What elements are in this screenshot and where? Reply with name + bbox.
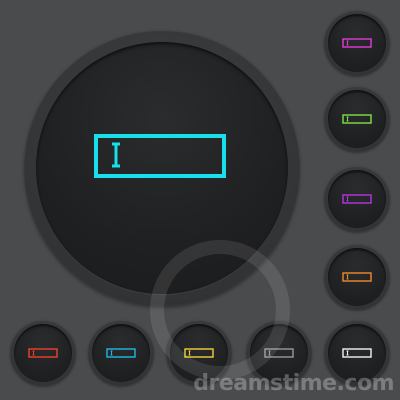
side-button-2-ring bbox=[324, 86, 390, 152]
text-field-cursor-icon bbox=[342, 348, 372, 358]
text-field-cursor-icon bbox=[94, 134, 226, 178]
text-field-cursor-icon bbox=[342, 38, 372, 48]
side-button-2[interactable] bbox=[328, 90, 386, 148]
side-button-4[interactable] bbox=[328, 248, 386, 306]
side-button-3[interactable] bbox=[328, 170, 386, 228]
text-field-cursor-icon bbox=[342, 194, 372, 204]
bottom-button-1[interactable] bbox=[14, 324, 72, 382]
bottom-button-2-ring bbox=[88, 320, 154, 386]
side-button-1[interactable] bbox=[328, 14, 386, 72]
side-button-1-ring bbox=[324, 10, 390, 76]
text-field-cursor-icon bbox=[342, 272, 372, 282]
side-button-4-ring bbox=[324, 244, 390, 310]
watermark-text: dreamstime.com bbox=[193, 371, 394, 396]
side-button-3-ring bbox=[324, 166, 390, 232]
text-field-cursor-icon bbox=[28, 348, 58, 358]
text-field-cursor-icon bbox=[106, 348, 136, 358]
bottom-button-2[interactable] bbox=[92, 324, 150, 382]
bottom-button-1-ring bbox=[10, 320, 76, 386]
watermark-logo-circle bbox=[150, 240, 290, 380]
text-field-cursor-icon bbox=[342, 114, 372, 124]
icon-set-canvas: dreamstime.com bbox=[0, 0, 400, 400]
